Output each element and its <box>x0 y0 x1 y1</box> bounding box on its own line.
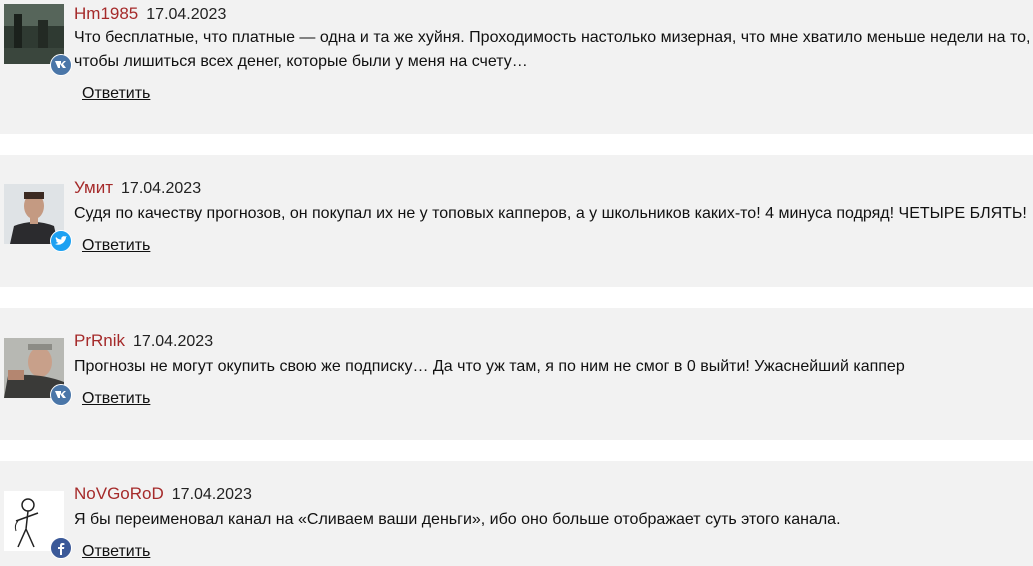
comment-author[interactable]: NoVGoRoD <box>74 484 164 503</box>
comment-item: PrRnik 17.04.2023 Прогнозы не могут окупи… <box>0 308 1033 440</box>
vk-icon <box>50 54 72 76</box>
comment-item: NoVGoRoD 17.04.2023 Я бы переименовал кан… <box>0 461 1033 566</box>
comment-meta: Hm1985 17.04.2023 <box>74 4 226 24</box>
comment-meta: PrRnik 17.04.2023 <box>74 331 213 351</box>
comment-date: 17.04.2023 <box>146 6 227 23</box>
twitter-icon <box>50 230 72 252</box>
comment-date: 17.04.2023 <box>121 180 202 197</box>
comment-text: Что бесплатные, что платные — одна и та … <box>74 29 1031 70</box>
comment-text: Я бы переименовал канал на «Сливаем ваши… <box>74 511 841 528</box>
comment-text: Судя по качеству прогнозов, он покупал и… <box>74 205 1027 222</box>
reply-link[interactable]: Ответить <box>82 390 150 408</box>
comment-item: Умит 17.04.2023 Судя по качеству прогнозо… <box>0 155 1033 287</box>
vk-icon <box>50 384 72 406</box>
comment-meta: NoVGoRoD 17.04.2023 <box>74 484 252 504</box>
reply-link[interactable]: Ответить <box>82 543 150 561</box>
comment-date: 17.04.2023 <box>133 333 214 350</box>
comment-author[interactable]: PrRnik <box>74 331 125 350</box>
comment-meta: Умит 17.04.2023 <box>74 178 201 198</box>
comment-text: Прогнозы не могут окупить свою же подпис… <box>74 358 905 375</box>
comment-item: Hm1985 17.04.2023 Что бесплатные, что пла… <box>0 0 1033 134</box>
facebook-icon <box>50 537 72 559</box>
reply-link[interactable]: Ответить <box>82 85 150 103</box>
comment-author[interactable]: Hm1985 <box>74 4 138 23</box>
reply-link[interactable]: Ответить <box>82 237 150 255</box>
comment-author[interactable]: Умит <box>74 178 113 197</box>
comment-date: 17.04.2023 <box>171 486 252 503</box>
